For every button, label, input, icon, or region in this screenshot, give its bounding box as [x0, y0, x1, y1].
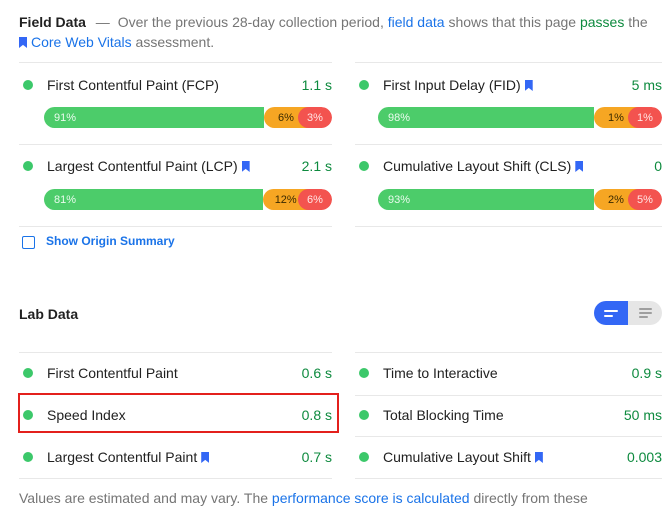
field-data-title: Field Data	[19, 14, 86, 30]
segment-good: 98%	[378, 107, 594, 128]
status-dot-icon	[359, 80, 369, 90]
performance-score-link[interactable]: performance score is calculated	[272, 490, 470, 506]
bookmark-icon[interactable]	[241, 161, 250, 172]
lab-metric-lcp: Largest Contentful Paint 0.7 s	[19, 445, 332, 469]
field-data-link[interactable]: field data	[388, 14, 445, 30]
lab-metric-tbt: Total Blocking Time 50 ms	[355, 403, 662, 427]
status-dot-icon	[359, 410, 369, 420]
divider	[355, 144, 662, 145]
segment-poor: 5%	[628, 189, 662, 210]
field-metric-cls: Cumulative Layout Shift (CLS) 0	[355, 154, 662, 178]
metric-name: Time to Interactive	[383, 365, 498, 381]
metric-name: Largest Contentful Paint (LCP)	[47, 158, 302, 174]
status-dot-icon	[359, 452, 369, 462]
line-icon	[604, 309, 618, 312]
speed-index-highlight-box	[18, 393, 339, 433]
distribution-bar-cls: 93% 2% 5%	[378, 189, 662, 210]
divider	[355, 395, 662, 396]
status-dot-icon	[359, 368, 369, 378]
metric-value: 0.6 s	[301, 365, 332, 381]
segment-poor: 1%	[628, 107, 662, 128]
core-web-vitals-link[interactable]: Core Web Vitals	[31, 34, 132, 50]
metric-value: 50 ms	[623, 407, 662, 423]
metric-value: 0	[654, 158, 662, 174]
segment-good: 81%	[44, 189, 264, 210]
line-icon	[604, 314, 613, 317]
footer-note: Values are estimated and may vary. The p…	[19, 490, 588, 506]
metric-name: Cumulative Layout Shift	[383, 449, 627, 465]
distribution-bar-lcp: 81% 12% 6%	[44, 189, 332, 210]
header-desc-2: shows that this page	[448, 14, 577, 30]
field-metric-fcp: First Contentful Paint (FCP) 1.1 s	[19, 73, 332, 97]
header-desc-1: Over the previous 28-day collection peri…	[117, 14, 384, 30]
distribution-bar-fcp: 91% 6% 3%	[44, 107, 332, 128]
metric-value: 1.1 s	[301, 77, 332, 93]
segment-good: 93%	[378, 189, 594, 210]
metric-name: Total Blocking Time	[383, 407, 504, 423]
bookmark-icon[interactable]	[524, 80, 533, 91]
header-desc-3: the	[628, 14, 648, 30]
status-dot-icon	[23, 161, 33, 171]
metric-value: 0.003	[626, 449, 662, 465]
metric-name: First Contentful Paint (FCP)	[47, 77, 219, 93]
bookmark-icon	[19, 37, 27, 48]
compact-view-button[interactable]	[594, 301, 628, 325]
line-icon	[638, 316, 648, 318]
status-dot-icon	[23, 368, 33, 378]
bookmark-icon[interactable]	[575, 161, 584, 172]
field-data-header: Field Data — Over the previous 28-day co…	[19, 12, 659, 52]
segment-poor: 3%	[298, 107, 332, 128]
divider	[355, 226, 662, 227]
metric-value: 0.9 s	[631, 365, 662, 381]
metric-name: First Contentful Paint	[47, 365, 178, 381]
divider	[355, 62, 662, 63]
line-icon	[638, 312, 652, 314]
divider	[19, 226, 332, 227]
view-toggle[interactable]	[594, 301, 662, 325]
metric-value: 5 ms	[631, 77, 662, 93]
lab-metric-cls: Cumulative Layout Shift 0.003	[355, 445, 662, 469]
passes-text: passes	[579, 14, 625, 30]
bookmark-icon[interactable]	[201, 452, 210, 463]
divider	[19, 478, 332, 479]
header-desc-4: assessment.	[135, 34, 215, 50]
expanded-view-button[interactable]	[628, 301, 662, 325]
divider	[19, 352, 332, 353]
lab-metric-tti: Time to Interactive 0.9 s	[355, 361, 662, 385]
metric-name: First Input Delay (FID)	[383, 77, 632, 93]
status-dot-icon	[359, 161, 369, 171]
distribution-bar-fid: 98% 1% 1%	[378, 107, 662, 128]
metric-value: 0.7 s	[301, 449, 332, 465]
line-icon	[638, 308, 652, 310]
divider	[19, 144, 332, 145]
divider	[355, 352, 662, 353]
status-dot-icon	[23, 452, 33, 462]
status-dot-icon	[23, 80, 33, 90]
show-origin-summary-label[interactable]: Show Origin Summary	[46, 234, 175, 248]
divider	[19, 62, 332, 63]
metric-name: Cumulative Layout Shift (CLS)	[383, 158, 654, 174]
bookmark-icon[interactable]	[534, 452, 543, 463]
metric-name: Largest Contentful Paint	[47, 449, 302, 465]
lab-data-title: Lab Data	[19, 306, 79, 322]
segment-good: 91%	[44, 107, 264, 128]
divider	[355, 436, 662, 437]
header-dash: —	[95, 14, 110, 30]
field-metric-fid: First Input Delay (FID) 5 ms	[355, 73, 662, 97]
segment-poor: 6%	[297, 189, 332, 210]
field-metric-lcp: Largest Contentful Paint (LCP) 2.1 s	[19, 154, 332, 178]
divider	[355, 478, 662, 479]
show-origin-checkbox[interactable]	[22, 236, 35, 249]
lab-metric-fcp: First Contentful Paint 0.6 s	[19, 361, 332, 385]
metric-value: 2.1 s	[301, 158, 332, 174]
